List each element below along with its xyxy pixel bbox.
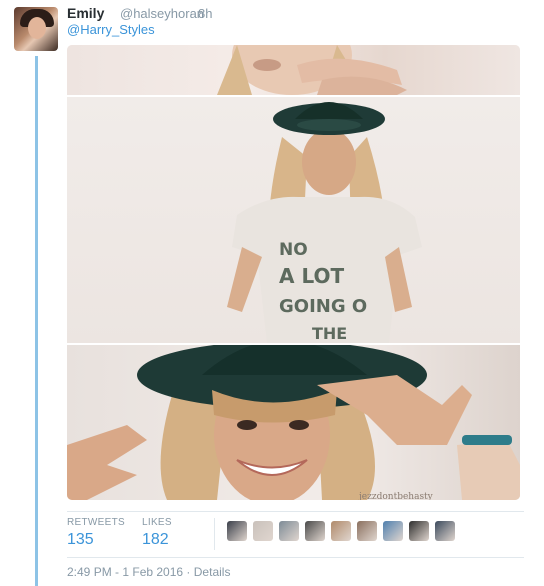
shirt-text-line-4: THE	[312, 324, 347, 343]
liker-avatar[interactable]	[227, 521, 247, 541]
panel-bottom-art: jezzdontbehasty	[67, 345, 520, 500]
liker-avatar[interactable]	[383, 521, 403, 541]
retweets-stat[interactable]: RETWEETS 135	[67, 517, 125, 549]
details-link[interactable]: Details	[194, 565, 231, 579]
author-avatar[interactable]	[14, 7, 58, 51]
liker-avatar[interactable]	[305, 521, 325, 541]
likes-stat[interactable]: LIKES 182	[142, 517, 172, 549]
media-panel-middle: NO A LOT GOING O THE	[67, 97, 520, 343]
retweets-label: RETWEETS	[67, 517, 125, 528]
tweet-time[interactable]: 8h	[198, 6, 212, 21]
liker-avatar[interactable]	[435, 521, 455, 541]
author-name[interactable]: Emily	[67, 5, 104, 21]
liker-avatar[interactable]	[357, 521, 377, 541]
tweet-footer: 2:49 PM - 1 Feb 2016 · Details	[67, 565, 230, 579]
liker-avatar[interactable]	[409, 521, 429, 541]
liker-avatar[interactable]	[253, 521, 273, 541]
liker-avatar[interactable]	[279, 521, 299, 541]
retweets-count[interactable]: 135	[67, 531, 125, 549]
likes-label: LIKES	[142, 517, 172, 528]
shirt-text-line-2: A LOT	[279, 264, 344, 288]
footer-separator: ·	[186, 565, 191, 579]
panel-middle-art: NO A LOT GOING O THE	[227, 102, 422, 343]
media-panel-bottom: jezzdontbehasty	[67, 345, 520, 500]
likes-count[interactable]: 182	[142, 531, 172, 549]
shirt-text-line-1: NO	[279, 240, 308, 260]
tweet-stats-bar: RETWEETS 135 LIKES 182	[67, 511, 524, 558]
image-watermark: jezzdontbehasty	[358, 492, 434, 500]
shirt-text-line-3: GOING O	[279, 296, 367, 317]
tweet-text-mention[interactable]: @Harry_Styles	[67, 22, 155, 37]
header-separator: ·	[189, 6, 194, 21]
thread-connector-line	[35, 56, 38, 586]
tweet-timestamp[interactable]: 2:49 PM - 1 Feb 2016	[67, 565, 183, 579]
liker-avatar[interactable]	[331, 521, 351, 541]
media-panel-top	[67, 45, 520, 95]
stats-divider	[214, 518, 215, 550]
tweet-media-image[interactable]: NO A LOT GOING O THE jezzdontbehasty	[67, 45, 520, 500]
panel-top-art	[217, 45, 407, 95]
avatar-face	[28, 17, 46, 39]
